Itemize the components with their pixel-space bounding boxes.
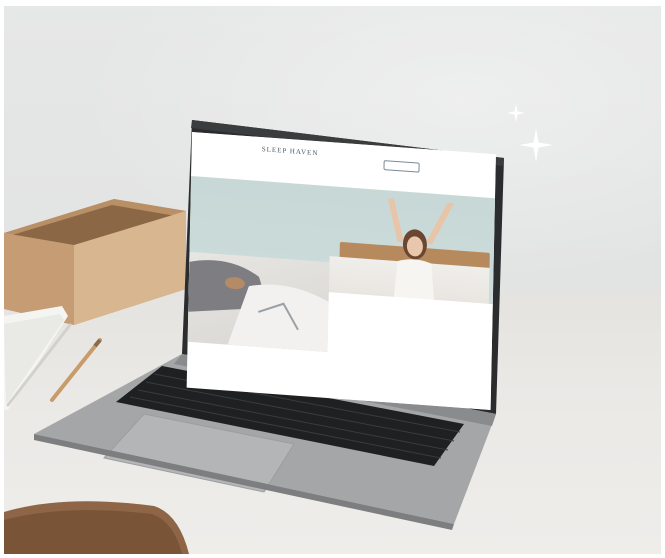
photo-scene: SLEEP HAVEN bbox=[4, 6, 661, 554]
info-panel bbox=[326, 292, 493, 410]
site-logo[interactable]: SLEEP HAVEN bbox=[262, 145, 319, 157]
bedding-photo bbox=[187, 251, 330, 352]
bedding-illustration bbox=[188, 260, 329, 352]
hero-text bbox=[258, 219, 328, 224]
laptop-screen: SLEEP HAVEN bbox=[186, 132, 496, 410]
sparkle-large-icon bbox=[519, 128, 553, 162]
header-button[interactable] bbox=[383, 160, 420, 173]
info-text bbox=[368, 345, 448, 351]
hero-title bbox=[259, 201, 339, 207]
